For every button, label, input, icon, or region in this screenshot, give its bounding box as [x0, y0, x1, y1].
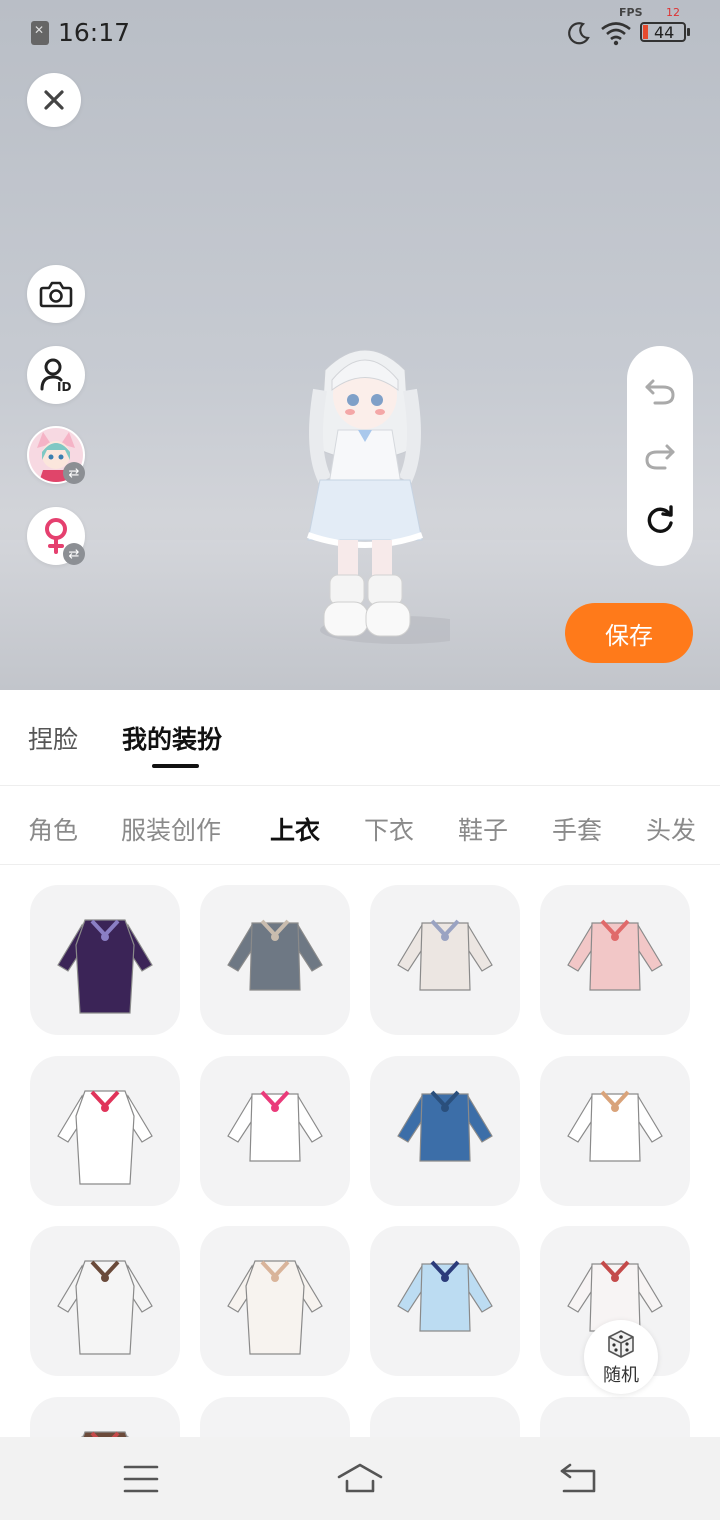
outfit-item-card[interactable] [200, 1056, 350, 1206]
tab-face[interactable]: 捏脸 [28, 720, 78, 756]
outfit-item-image [397, 1090, 493, 1162]
main-tabs: 捏脸 我的装扮 [0, 690, 720, 786]
no-sim-icon [31, 21, 49, 45]
outfit-item-card[interactable] [30, 1056, 180, 1206]
battery-indicator: 44 [640, 22, 690, 42]
swap-badge-icon: ⇄ [63, 462, 85, 484]
category-tab-tops[interactable]: 上衣 [270, 811, 320, 847]
outfit-item-image [81, 1431, 129, 1437]
random-label: 随机 [603, 1365, 639, 1386]
outfit-item-image [567, 919, 663, 991]
tab-my-outfit[interactable]: 我的装扮 [122, 720, 222, 756]
outfit-item-card-partial[interactable] [200, 1397, 350, 1437]
app-root: 16:17 FPS 12 44 [0, 0, 720, 1520]
active-tab-indicator [152, 764, 199, 768]
outfit-item-image [227, 919, 323, 991]
outfit-item-card[interactable] [200, 1226, 350, 1376]
moon-icon [568, 22, 590, 45]
outfit-item-image [540, 1397, 690, 1437]
outfit-item-card[interactable] [540, 1056, 690, 1206]
avatar-character[interactable] [280, 330, 450, 660]
outfit-item-image [57, 919, 153, 1014]
category-tab-gloves[interactable]: 手套 [552, 811, 602, 847]
system-nav-bar [0, 1437, 720, 1520]
outfit-item-card[interactable] [30, 1226, 180, 1376]
history-controls [627, 346, 693, 566]
wifi-icon [601, 22, 631, 46]
avatar-viewport[interactable]: 16:17 FPS 12 44 [0, 0, 720, 690]
redo-icon[interactable] [643, 438, 677, 472]
status-time: 16:17 [58, 18, 131, 47]
outfit-item-card[interactable] [370, 1226, 520, 1376]
outfit-item-image [200, 1397, 350, 1437]
battery-level [643, 25, 648, 39]
outfit-item-image [370, 1397, 520, 1437]
save-button[interactable]: 保存 [565, 603, 693, 663]
outfit-item-image [227, 1090, 323, 1162]
camera-button[interactable] [27, 265, 85, 323]
gender-swap-button[interactable]: ⇄ [27, 507, 85, 565]
profile-id-icon: ID [40, 358, 71, 393]
dice-icon [608, 1330, 634, 1358]
outfit-item-card[interactable] [540, 885, 690, 1035]
category-tabs: 角色 服装创作 上衣 下衣 鞋子 手套 头发 [0, 787, 720, 865]
outfit-item-card[interactable] [370, 885, 520, 1035]
category-tab-bottoms[interactable]: 下衣 [364, 811, 414, 847]
reset-icon[interactable] [643, 503, 677, 537]
random-button[interactable]: 随机 [584, 1320, 658, 1394]
outfit-panel: 捏脸 我的装扮 角色 服装创作 上衣 下衣 鞋子 手套 头发 [0, 690, 720, 1520]
swap-badge-icon: ⇄ [63, 543, 85, 565]
undo-icon[interactable] [643, 373, 677, 407]
outfit-item-card-partial[interactable] [370, 1397, 520, 1437]
category-tab-outfit-creation[interactable]: 服装创作 [121, 811, 221, 847]
outfit-item-image [57, 1090, 153, 1185]
outfit-item-image [57, 1260, 153, 1355]
menu-icon[interactable] [118, 1459, 164, 1499]
camera-icon [39, 281, 73, 308]
category-tab-character[interactable]: 角色 [28, 811, 78, 847]
home-icon[interactable] [337, 1459, 383, 1499]
close-icon [44, 90, 64, 110]
outfit-item-card-partial[interactable] [540, 1397, 690, 1437]
outfit-item-image [567, 1090, 663, 1162]
outfit-item-card[interactable] [30, 885, 180, 1035]
outfit-item-card-partial[interactable] [30, 1397, 180, 1437]
fps-label: FPS [619, 6, 643, 19]
close-button[interactable] [27, 73, 81, 127]
back-icon[interactable] [556, 1459, 602, 1499]
category-tab-shoes[interactable]: 鞋子 [458, 811, 508, 847]
outfit-item-card[interactable] [370, 1056, 520, 1206]
fps-value: 12 [666, 6, 680, 19]
status-bar: 16:17 FPS 12 44 [0, 0, 720, 66]
outfit-item-image [397, 1260, 493, 1332]
outfit-item-image [397, 919, 493, 991]
outfit-item-card[interactable] [200, 885, 350, 1035]
avatar-swap-button[interactable]: ⇄ [27, 426, 85, 484]
profile-id-button[interactable]: ID [27, 346, 85, 404]
battery-percent: 44 [654, 23, 675, 42]
outfit-item-image [227, 1260, 323, 1355]
svg-text:ID: ID [57, 380, 71, 393]
category-tab-hair[interactable]: 头发 [646, 811, 696, 847]
